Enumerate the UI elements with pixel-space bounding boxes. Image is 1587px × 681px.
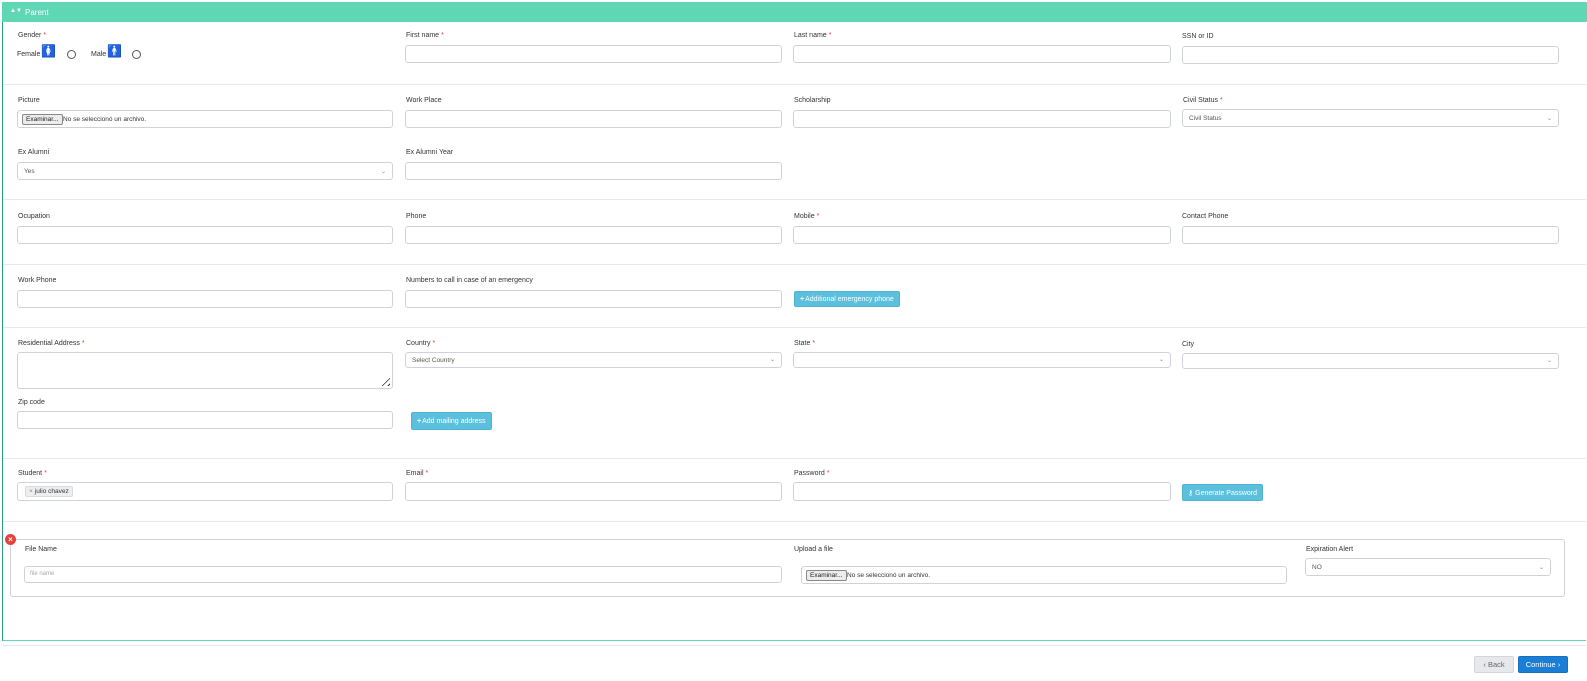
residential-address-label: Residential Address *: [18, 340, 85, 347]
resize-handle-icon[interactable]: [378, 374, 390, 386]
contact-phone-label: Contact Phone: [1182, 213, 1229, 220]
last-name-label: Last name *: [794, 32, 832, 39]
divider: [3, 264, 1586, 265]
ex-alumni-select[interactable]: Yes ⌄: [17, 162, 393, 180]
section-header[interactable]: ▲▼ Parent: [2, 2, 1587, 22]
student-tag[interactable]: × julio chavez: [25, 486, 73, 497]
ex-alumni-label: Ex Alumni: [18, 149, 50, 156]
city-select[interactable]: ⌄: [1182, 353, 1559, 369]
divider: [3, 327, 1586, 328]
section-title: Parent: [25, 8, 49, 17]
gender-label: Gender *: [18, 32, 47, 39]
student-label: Student *: [18, 470, 47, 477]
student-tag-name: julio chavez: [34, 488, 69, 495]
male-label: Male: [91, 51, 107, 58]
country-label: Country *: [406, 340, 436, 347]
work-place-input[interactable]: [405, 110, 782, 128]
chevron-down-icon: ⌄: [1538, 565, 1544, 571]
file-name-label: File Name: [25, 546, 57, 553]
scholarship-input[interactable]: [793, 110, 1171, 128]
student-select[interactable]: × julio chavez: [17, 482, 393, 501]
remove-file-icon[interactable]: ×: [5, 534, 16, 545]
key-icon: ⚷: [1188, 490, 1194, 497]
civil-status-value: Civil Status: [1189, 115, 1222, 122]
first-name-input[interactable]: [405, 45, 782, 63]
occupation-input[interactable]: [17, 226, 393, 244]
contact-phone-input[interactable]: [1182, 226, 1559, 244]
add-emergency-phone-button[interactable]: +Additional emergency phone: [794, 291, 900, 307]
chevron-down-icon: ⌄: [1546, 358, 1552, 364]
chevron-down-icon: ⌄: [380, 169, 386, 175]
email-input[interactable]: [405, 482, 782, 501]
add-mailing-address-button[interactable]: +Add mailing address: [411, 412, 492, 430]
divider: [3, 84, 1586, 85]
female-radio[interactable]: [67, 50, 76, 59]
ssn-input[interactable]: [1182, 46, 1559, 64]
civil-status-select[interactable]: Civil Status ⌄: [1182, 109, 1559, 127]
ex-alumni-value: Yes: [24, 168, 35, 175]
tag-remove-icon[interactable]: ×: [29, 488, 33, 495]
mobile-input[interactable]: [793, 226, 1171, 244]
upload-file-input[interactable]: Examinar... No se seleccionó un archivo.: [801, 566, 1287, 584]
civil-status-label: Civil Status *: [1183, 97, 1223, 104]
password-label: Password *: [794, 470, 830, 477]
picture-browse-button[interactable]: Examinar...: [22, 114, 63, 125]
ex-alumni-year-input[interactable]: [405, 162, 782, 180]
chevron-down-icon: ⌄: [769, 357, 775, 363]
picture-file-status: No se seleccionó un archivo.: [63, 116, 147, 123]
zip-code-input[interactable]: [17, 411, 393, 429]
generate-password-button[interactable]: ⚷ Generate Password: [1182, 484, 1264, 501]
divider: [3, 645, 1586, 646]
state-select[interactable]: ⌄: [793, 352, 1171, 368]
country-select[interactable]: Select Country ⌄: [405, 352, 782, 368]
caret-toggle-icon[interactable]: ▲▼: [10, 8, 22, 14]
upload-file-label: Upload a file: [794, 546, 833, 553]
scholarship-label: Scholarship: [794, 97, 831, 104]
ssn-label: SSN or ID: [1182, 33, 1214, 40]
work-place-label: Work Place: [406, 97, 442, 104]
expiration-alert-value: NO: [1312, 564, 1322, 571]
city-label: City: [1182, 341, 1195, 348]
picture-file-input[interactable]: Examinar... No se seleccionó un archivo.: [17, 110, 393, 128]
emergency-numbers-input[interactable]: [405, 290, 782, 308]
state-label: State *: [794, 340, 816, 347]
expiration-alert-label: Expiration Alert: [1306, 546, 1354, 553]
emergency-numbers-label: Numbers to call in case of an emergency: [406, 277, 533, 284]
plus-icon: +: [800, 296, 805, 303]
female-person-icon: 🚺: [41, 44, 56, 58]
back-button[interactable]: ‹ Back: [1474, 656, 1514, 673]
file-name-input[interactable]: file name: [24, 566, 782, 583]
mobile-label: Mobile *: [794, 213, 820, 220]
phone-label: Phone: [406, 213, 427, 220]
divider: [3, 521, 1586, 522]
email-label: Email *: [406, 470, 429, 477]
chevron-down-icon: ⌄: [1546, 116, 1552, 122]
country-value: Select Country: [412, 357, 455, 364]
file-name-placeholder: file name: [30, 571, 55, 577]
picture-label: Picture: [18, 97, 40, 104]
female-label: Female: [17, 51, 41, 58]
male-person-icon: 🚹: [107, 44, 122, 58]
residential-address-textarea[interactable]: [17, 352, 393, 389]
divider: [3, 458, 1586, 459]
password-input[interactable]: [793, 482, 1171, 501]
expiration-alert-select[interactable]: NO ⌄: [1305, 558, 1551, 576]
continue-button[interactable]: Continue ›: [1518, 656, 1568, 673]
ex-alumni-year-label: Ex Alumni Year: [406, 149, 454, 156]
male-radio[interactable]: [132, 50, 141, 59]
upload-file-status: No se seleccionó un archivo.: [847, 572, 931, 579]
chevron-down-icon: ⌄: [1158, 357, 1164, 363]
last-name-input[interactable]: [793, 45, 1171, 63]
work-phone-label: Work Phone: [18, 277, 57, 284]
phone-input[interactable]: [405, 226, 782, 244]
divider: [3, 199, 1586, 200]
first-name-label: First name *: [406, 32, 444, 39]
plus-icon: +: [417, 418, 422, 425]
zip-code-label: Zip code: [18, 399, 45, 406]
upload-browse-button[interactable]: Examinar...: [806, 570, 847, 581]
occupation-label: Ocupation: [18, 213, 50, 220]
work-phone-input[interactable]: [17, 290, 393, 308]
